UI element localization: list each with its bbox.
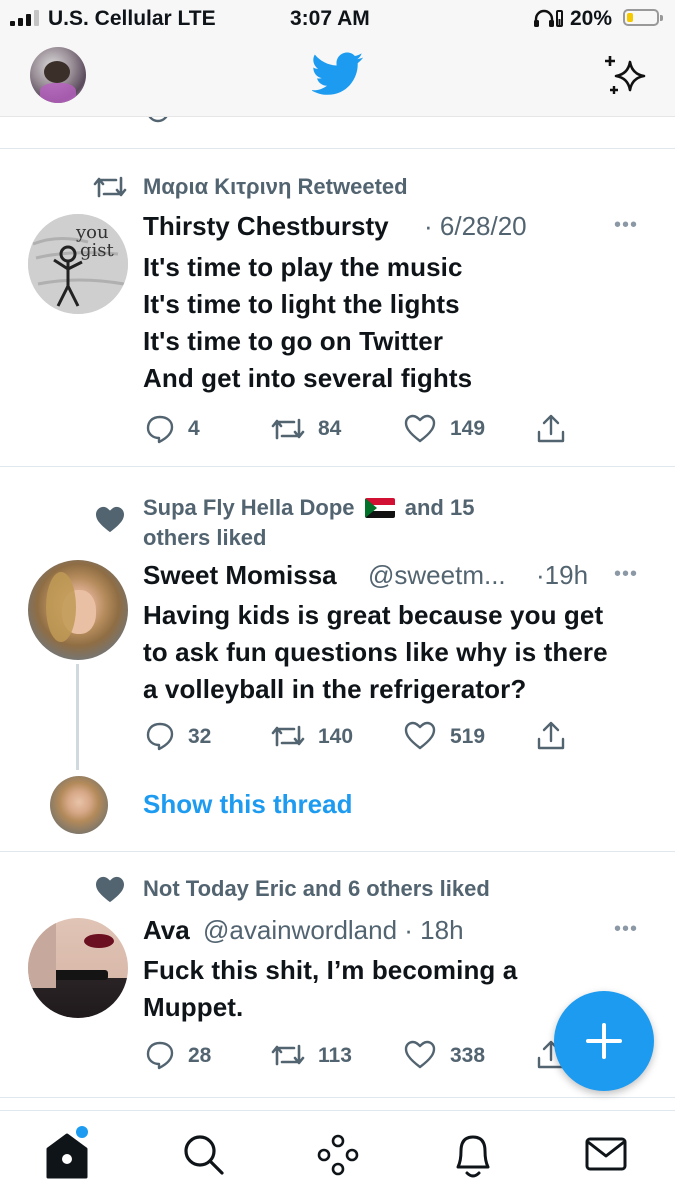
sudan-flag-icon — [364, 498, 395, 518]
thread-line — [76, 664, 79, 770]
battery-icon — [623, 9, 663, 26]
battery-percent: 20% — [570, 7, 613, 30]
like-icon[interactable] — [404, 1040, 436, 1070]
retweet-count: 113 — [318, 1044, 352, 1067]
show-thread-link[interactable]: Show this thread — [143, 789, 352, 820]
like-count: 149 — [450, 417, 486, 440]
retweet-icon[interactable] — [270, 414, 306, 444]
tweet-text: Fuck this shit, I’m becoming a Muppet. — [143, 955, 518, 1022]
like-count: 519 — [450, 725, 486, 748]
tab-search[interactable] — [180, 1131, 228, 1179]
signal-icon — [10, 10, 44, 26]
reply-count: 28 — [188, 1044, 212, 1067]
display-name[interactable]: Sweet Momissa — [143, 560, 337, 591]
avatar[interactable] — [28, 560, 128, 660]
notifications-icon — [456, 1135, 490, 1178]
reply-count: 4 — [188, 417, 200, 440]
divider — [0, 466, 675, 467]
heart-filled-icon — [96, 876, 124, 903]
display-name[interactable]: Thirsty Chestbursty — [143, 211, 389, 242]
divider — [0, 1097, 675, 1098]
compose-tweet-button[interactable] — [554, 991, 654, 1091]
spaces-icon — [317, 1134, 359, 1176]
retweet-count: 140 — [318, 725, 354, 748]
handle-and-time[interactable]: @avainwordland · 18h — [203, 915, 464, 946]
messages-icon — [585, 1137, 627, 1171]
reply-icon[interactable] — [145, 414, 175, 444]
thread-avatar[interactable] — [50, 776, 108, 834]
tab-home[interactable] — [40, 1125, 100, 1185]
display-name[interactable]: Ava — [143, 915, 190, 946]
like-icon[interactable] — [404, 414, 436, 444]
retweet-icon[interactable] — [270, 1040, 306, 1070]
headphones-icon — [534, 9, 563, 27]
sparkle-icon[interactable] — [602, 54, 648, 98]
more-options-icon[interactable]: ••• — [614, 214, 638, 237]
heart-filled-icon — [96, 506, 124, 533]
top-header — [0, 36, 675, 117]
reply-count: 32 — [188, 725, 212, 748]
avatar[interactable] — [28, 918, 128, 1018]
like-icon[interactable] — [404, 721, 436, 751]
tweet-time: ·19h — [536, 560, 589, 590]
more-options-icon[interactable]: ••• — [614, 563, 638, 586]
social-context[interactable]: Μαρια Κιτρινη Retweeted — [143, 174, 408, 200]
svg-text:gist: gist — [80, 240, 115, 261]
retweet-count: 84 — [318, 417, 342, 440]
tweet-text: Having kids is great because you get to … — [143, 600, 608, 704]
reply-icon[interactable] — [145, 721, 175, 751]
social-context[interactable]: Supa Fly Hella Dope and 15 others liked — [143, 493, 563, 553]
handle[interactable]: @sweetm... — [368, 560, 506, 591]
bottom-tab-bar — [0, 1110, 675, 1201]
status-bar: U.S. Cellular LTE 3:07 AM 20% — [0, 0, 675, 36]
social-context[interactable]: Not Today Eric and 6 others liked — [143, 876, 490, 902]
clock: 3:07 AM — [290, 7, 370, 30]
tab-spaces[interactable] — [314, 1133, 362, 1177]
previous-tweet-actions — [0, 117, 675, 127]
more-options-icon[interactable]: ••• — [614, 918, 638, 941]
retweet-icon[interactable] — [270, 721, 306, 751]
divider — [0, 148, 675, 149]
avatar[interactable]: you gist — [28, 214, 128, 314]
twitter-bird-icon[interactable] — [312, 52, 364, 96]
like-count: 338 — [450, 1044, 486, 1067]
profile-avatar[interactable] — [30, 47, 86, 103]
carrier-label: U.S. Cellular LTE — [48, 7, 216, 30]
tweet-text: It's time to play the music It's time to… — [143, 252, 473, 393]
share-icon[interactable] — [536, 719, 566, 751]
tab-notifications[interactable] — [450, 1129, 496, 1181]
retweet-icon — [93, 176, 127, 198]
share-icon[interactable] — [536, 412, 566, 444]
home-icon — [46, 1126, 88, 1179]
divider — [0, 851, 675, 852]
plus-icon — [586, 1023, 622, 1059]
tweet-date: · 6/28/20 — [424, 211, 527, 241]
search-icon — [184, 1135, 224, 1175]
tab-messages[interactable] — [584, 1135, 630, 1175]
reply-icon[interactable] — [145, 1040, 175, 1070]
